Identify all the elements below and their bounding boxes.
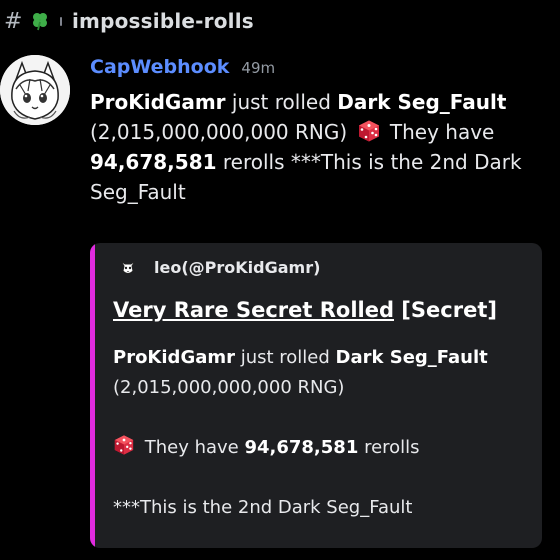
avatar[interactable] (0, 55, 70, 125)
game-die-icon (114, 435, 134, 455)
embed-spacer (113, 403, 533, 433)
embed-have-text: They have (139, 437, 245, 458)
embed-description: ProKidGamr just rolled Dark Seg_Fault (2… (113, 343, 533, 523)
username[interactable]: CapWebhook (90, 56, 229, 78)
dog-icon (120, 260, 136, 274)
embed-author: leo(@ProKidGamr) (118, 257, 320, 277)
embed-author-name[interactable]: leo(@ProKidGamr) (154, 258, 320, 277)
item-name: Dark Seg_Fault (337, 90, 507, 114)
embed-title-tag: [Secret] (394, 298, 497, 322)
rolled-text: just rolled (225, 90, 338, 114)
embed-player-name: ProKidGamr (113, 347, 235, 368)
game-die-icon (358, 120, 379, 142)
embed-rolled-text: just rolled (235, 347, 336, 368)
have-text: They have (383, 120, 495, 144)
channel-header: # impossible-rolls (0, 0, 560, 42)
embed-rerolls-count: 94,678,581 (244, 437, 359, 458)
header-divider (60, 16, 62, 26)
rerolls-count: 94,678,581 (90, 150, 217, 174)
rng-text: (2,015,000,000,000 RNG) (90, 120, 348, 144)
embed: leo(@ProKidGamr) Very Rare Secret Rolled… (90, 243, 542, 548)
message-header: CapWebhook 49m (90, 56, 555, 82)
message-body: ProKidGamr just rolled Dark Seg_Fault (2,… (90, 87, 555, 207)
embed-title-link[interactable]: Very Rare Secret Rolled (113, 298, 394, 322)
channel-name[interactable]: impossible-rolls (72, 9, 254, 33)
four-leaf-clover-icon (33, 13, 47, 31)
embed-item-name: Dark Seg_Fault (335, 347, 488, 368)
timestamp[interactable]: 49m (241, 59, 275, 77)
embed-accent-bar (90, 243, 95, 548)
embed-ordinal-text: ***This is the 2nd Dark Seg_Fault (113, 497, 413, 518)
hash-icon: # (4, 8, 23, 34)
message: CapWebhook 49m ProKidGamr just rolled Da… (90, 56, 555, 207)
embed-rng-text: (2,015,000,000,000 RNG) (113, 377, 345, 398)
rerolls-text: rerolls (216, 150, 291, 174)
embed-spacer (113, 463, 533, 493)
player-name: ProKidGamr (90, 90, 226, 114)
embed-rerolls-text: rerolls (358, 437, 420, 458)
anime-girl-avatar (0, 55, 70, 125)
embed-title: Very Rare Secret Rolled [Secret] (113, 298, 497, 322)
